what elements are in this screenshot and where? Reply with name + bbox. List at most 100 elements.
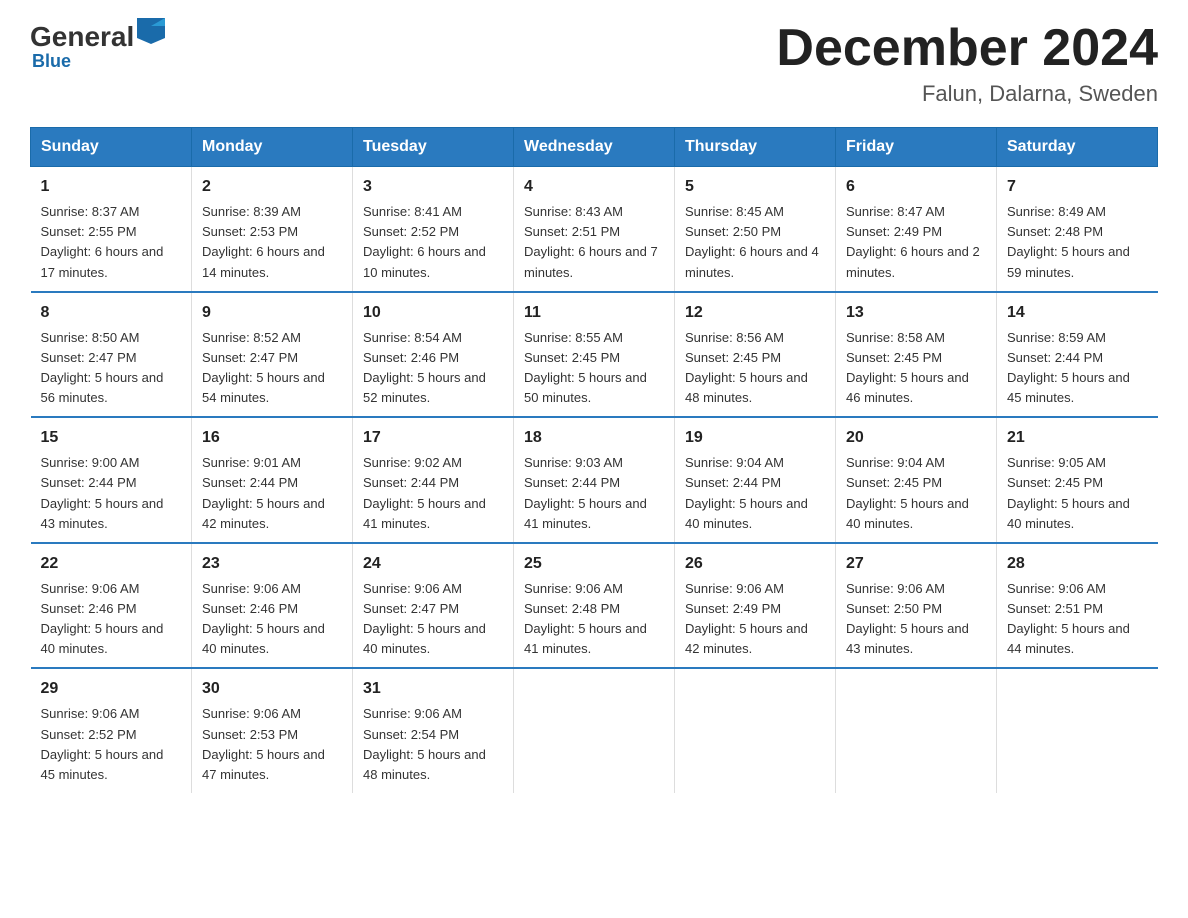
day-info: Sunrise: 9:00 AMSunset: 2:44 PMDaylight:… <box>41 453 182 534</box>
calendar-cell: 14 Sunrise: 8:59 AMSunset: 2:44 PMDayligh… <box>997 292 1158 418</box>
day-number: 6 <box>846 175 986 199</box>
weekday-header-monday: Monday <box>192 128 353 167</box>
calendar-cell: 31Sunrise: 9:06 AMSunset: 2:54 PMDayligh… <box>353 668 514 793</box>
calendar-cell <box>675 668 836 793</box>
day-number: 15 <box>41 426 182 450</box>
weekday-header-wednesday: Wednesday <box>514 128 675 167</box>
day-info: Sunrise: 8:41 AMSunset: 2:52 PMDaylight:… <box>363 202 503 283</box>
day-info: Sunrise: 9:06 AMSunset: 2:46 PMDaylight:… <box>202 579 342 660</box>
calendar-cell: 27 Sunrise: 9:06 AMSunset: 2:50 PMDayligh… <box>836 543 997 669</box>
day-number: 1 <box>41 175 182 199</box>
day-info: Sunrise: 9:06 AMSunset: 2:47 PMDaylight:… <box>363 579 503 660</box>
day-info: Sunrise: 9:02 AMSunset: 2:44 PMDaylight:… <box>363 453 503 534</box>
calendar-cell: 22 Sunrise: 9:06 AMSunset: 2:46 PMDayligh… <box>31 543 192 669</box>
day-info: Sunrise: 9:04 AMSunset: 2:44 PMDaylight:… <box>685 453 825 534</box>
day-number: 12 <box>685 301 825 325</box>
day-number: 22 <box>41 552 182 576</box>
day-number: 3 <box>363 175 503 199</box>
day-info: Sunrise: 9:01 AMSunset: 2:44 PMDaylight:… <box>202 453 342 534</box>
location: Falun, Dalarna, Sweden <box>776 81 1158 107</box>
calendar-cell: 25 Sunrise: 9:06 AMSunset: 2:48 PMDayligh… <box>514 543 675 669</box>
calendar-cell: 6 Sunrise: 8:47 AMSunset: 2:49 PMDaylight… <box>836 167 997 292</box>
day-number: 8 <box>41 301 182 325</box>
calendar-table: SundayMondayTuesdayWednesdayThursdayFrid… <box>30 127 1158 793</box>
day-info: Sunrise: 9:04 AMSunset: 2:45 PMDaylight:… <box>846 453 986 534</box>
day-info: Sunrise: 9:06 AMSunset: 2:53 PMDaylight:… <box>202 704 342 785</box>
day-number: 13 <box>846 301 986 325</box>
calendar-cell: 11 Sunrise: 8:55 AMSunset: 2:45 PMDayligh… <box>514 292 675 418</box>
day-number: 25 <box>524 552 664 576</box>
day-info: Sunrise: 8:59 AMSunset: 2:44 PMDaylight:… <box>1007 328 1148 409</box>
day-info: Sunrise: 8:39 AMSunset: 2:53 PMDaylight:… <box>202 202 342 283</box>
calendar-week-row: 1Sunrise: 8:37 AMSunset: 2:55 PMDaylight… <box>31 167 1158 292</box>
logo: General Blue <box>30 20 165 72</box>
day-info: Sunrise: 8:56 AMSunset: 2:45 PMDaylight:… <box>685 328 825 409</box>
calendar-cell: 7Sunrise: 8:49 AMSunset: 2:48 PMDaylight… <box>997 167 1158 292</box>
day-number: 21 <box>1007 426 1148 450</box>
calendar-cell <box>836 668 997 793</box>
day-info: Sunrise: 9:06 AMSunset: 2:48 PMDaylight:… <box>524 579 664 660</box>
day-number: 5 <box>685 175 825 199</box>
day-number: 30 <box>202 677 342 701</box>
day-number: 7 <box>1007 175 1148 199</box>
day-number: 27 <box>846 552 986 576</box>
day-number: 4 <box>524 175 664 199</box>
calendar-cell: 17 Sunrise: 9:02 AMSunset: 2:44 PMDayligh… <box>353 417 514 543</box>
day-number: 14 <box>1007 301 1148 325</box>
calendar-cell: 28Sunrise: 9:06 AMSunset: 2:51 PMDayligh… <box>997 543 1158 669</box>
calendar-cell <box>997 668 1158 793</box>
calendar-cell: 30 Sunrise: 9:06 AMSunset: 2:53 PMDayligh… <box>192 668 353 793</box>
day-number: 16 <box>202 426 342 450</box>
day-number: 20 <box>846 426 986 450</box>
weekday-header-friday: Friday <box>836 128 997 167</box>
day-info: Sunrise: 8:58 AMSunset: 2:45 PMDaylight:… <box>846 328 986 409</box>
day-info: Sunrise: 8:54 AMSunset: 2:46 PMDaylight:… <box>363 328 503 409</box>
day-info: Sunrise: 8:50 AMSunset: 2:47 PMDaylight:… <box>41 328 182 409</box>
calendar-cell: 19 Sunrise: 9:04 AMSunset: 2:44 PMDayligh… <box>675 417 836 543</box>
calendar-cell: 10 Sunrise: 8:54 AMSunset: 2:46 PMDayligh… <box>353 292 514 418</box>
day-info: Sunrise: 8:55 AMSunset: 2:45 PMDaylight:… <box>524 328 664 409</box>
calendar-cell: 23 Sunrise: 9:06 AMSunset: 2:46 PMDayligh… <box>192 543 353 669</box>
calendar-cell: 24Sunrise: 9:06 AMSunset: 2:47 PMDayligh… <box>353 543 514 669</box>
day-info: Sunrise: 9:06 AMSunset: 2:46 PMDaylight:… <box>41 579 182 660</box>
weekday-header-tuesday: Tuesday <box>353 128 514 167</box>
weekday-header-saturday: Saturday <box>997 128 1158 167</box>
calendar-week-row: 15 Sunrise: 9:00 AMSunset: 2:44 PMDayligh… <box>31 417 1158 543</box>
calendar-cell: 20 Sunrise: 9:04 AMSunset: 2:45 PMDayligh… <box>836 417 997 543</box>
day-number: 10 <box>363 301 503 325</box>
calendar-cell: 16 Sunrise: 9:01 AMSunset: 2:44 PMDayligh… <box>192 417 353 543</box>
day-info: Sunrise: 8:45 AMSunset: 2:50 PMDaylight:… <box>685 202 825 283</box>
day-info: Sunrise: 9:06 AMSunset: 2:50 PMDaylight:… <box>846 579 986 660</box>
calendar-cell: 9Sunrise: 8:52 AMSunset: 2:47 PMDaylight… <box>192 292 353 418</box>
day-info: Sunrise: 9:06 AMSunset: 2:52 PMDaylight:… <box>41 704 182 785</box>
calendar-cell: 2Sunrise: 8:39 AMSunset: 2:53 PMDaylight… <box>192 167 353 292</box>
day-number: 23 <box>202 552 342 576</box>
calendar-cell: 18Sunrise: 9:03 AMSunset: 2:44 PMDayligh… <box>514 417 675 543</box>
calendar-week-row: 29Sunrise: 9:06 AMSunset: 2:52 PMDayligh… <box>31 668 1158 793</box>
calendar-cell: 29Sunrise: 9:06 AMSunset: 2:52 PMDayligh… <box>31 668 192 793</box>
day-number: 19 <box>685 426 825 450</box>
calendar-cell: 15 Sunrise: 9:00 AMSunset: 2:44 PMDayligh… <box>31 417 192 543</box>
day-info: Sunrise: 9:05 AMSunset: 2:45 PMDaylight:… <box>1007 453 1148 534</box>
calendar-cell: 21 Sunrise: 9:05 AMSunset: 2:45 PMDayligh… <box>997 417 1158 543</box>
calendar-cell <box>514 668 675 793</box>
day-number: 17 <box>363 426 503 450</box>
day-number: 18 <box>524 426 664 450</box>
calendar-cell: 5 Sunrise: 8:45 AMSunset: 2:50 PMDaylight… <box>675 167 836 292</box>
day-info: Sunrise: 9:06 AMSunset: 2:49 PMDaylight:… <box>685 579 825 660</box>
day-number: 11 <box>524 301 664 325</box>
page-header: General Blue December 2024 Falun, Dalarn… <box>30 20 1158 107</box>
day-number: 31 <box>363 677 503 701</box>
title-area: December 2024 Falun, Dalarna, Sweden <box>776 20 1158 107</box>
month-title: December 2024 <box>776 20 1158 77</box>
day-info: Sunrise: 8:47 AMSunset: 2:49 PMDaylight:… <box>846 202 986 283</box>
weekday-header-sunday: Sunday <box>31 128 192 167</box>
day-number: 26 <box>685 552 825 576</box>
calendar-week-row: 22 Sunrise: 9:06 AMSunset: 2:46 PMDayligh… <box>31 543 1158 669</box>
calendar-cell: 4 Sunrise: 8:43 AMSunset: 2:51 PMDaylight… <box>514 167 675 292</box>
calendar-cell: 3 Sunrise: 8:41 AMSunset: 2:52 PMDaylight… <box>353 167 514 292</box>
calendar-cell: 13 Sunrise: 8:58 AMSunset: 2:45 PMDayligh… <box>836 292 997 418</box>
logo-arrow-icon <box>137 18 165 44</box>
day-info: Sunrise: 8:43 AMSunset: 2:51 PMDaylight:… <box>524 202 664 283</box>
calendar-cell: 26 Sunrise: 9:06 AMSunset: 2:49 PMDayligh… <box>675 543 836 669</box>
